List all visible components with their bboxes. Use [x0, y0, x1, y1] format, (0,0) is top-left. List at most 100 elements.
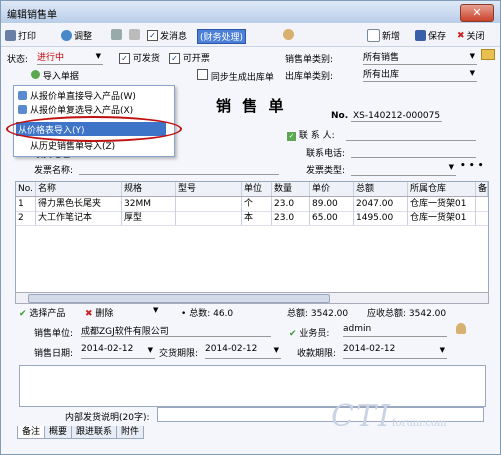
- column-header: 总额: [354, 182, 408, 196]
- invoice-name-label: 发票名称:: [34, 166, 74, 176]
- check-icon: ✓: [169, 53, 180, 64]
- column-header: 数量: [272, 182, 310, 196]
- column-header: 单价: [310, 182, 354, 196]
- print-button[interactable]: 打印: [5, 29, 36, 42]
- phone-label: 联系电话:: [306, 149, 346, 159]
- column-header: 型号: [176, 182, 242, 196]
- window-title: 编辑销售单: [7, 10, 57, 21]
- adjust-icon: [61, 30, 72, 41]
- column-header: 所属仓库: [408, 182, 476, 196]
- table-row[interactable]: 1 得力黑色长尾夹 32MM 个 23.0 89.00 2047.00 仓库一货…: [16, 197, 488, 212]
- column-header: 规格: [122, 182, 176, 196]
- order-number: No. XS-140212-000075: [331, 111, 443, 122]
- tab-notes[interactable]: 备注: [17, 426, 46, 439]
- close-icon: ✖: [457, 30, 465, 41]
- tab-follow-up[interactable]: 跟进联系: [71, 426, 118, 439]
- sales-date-label: 销售日期:: [34, 349, 74, 359]
- send-message-checkbox[interactable]: ✓ 发消息: [147, 29, 187, 42]
- contact-label: ✓ 联 系 人:: [287, 131, 335, 141]
- document-icon: [18, 104, 27, 114]
- more-button[interactable]: • • •: [460, 161, 484, 171]
- save-button[interactable]: 保存: [415, 29, 446, 42]
- user-icon[interactable]: [456, 323, 466, 337]
- user-icon: [283, 29, 294, 40]
- sum-icon: •: [181, 309, 187, 319]
- invoice-type-select[interactable]: ▼: [351, 161, 456, 176]
- chevron-down-icon: ▼: [439, 346, 445, 354]
- table-scrollbar[interactable]: [15, 292, 489, 304]
- user-button[interactable]: [283, 29, 294, 40]
- summary-bar: ✔ 选择产品 ✖ 删除 ▼ • 总数: 46.0 总额: 3542.00 应收总…: [15, 304, 487, 319]
- highlight-oval: [6, 116, 182, 142]
- select-product-button[interactable]: ✔ 选择产品: [19, 306, 65, 319]
- new-icon: [367, 29, 380, 42]
- salesman-label: ✔ 业务员:: [289, 329, 330, 339]
- delete-button[interactable]: ✖ 删除: [85, 306, 113, 319]
- table-row[interactable]: 2 大工作笔记本 厚型 本 23.0 65.00 1495.00 仓库一货架01: [16, 211, 488, 226]
- watermark: CTIforum.com: [331, 399, 447, 434]
- sales-unit-label: 销售单位:: [34, 329, 74, 339]
- check-icon: ✓: [147, 30, 158, 41]
- payment-deadline-label: 收款期限:: [297, 349, 337, 359]
- chevron-down-icon: ▼: [469, 52, 475, 60]
- chevron-down-icon[interactable]: ▼: [153, 306, 158, 314]
- window-close-button[interactable]: ✕: [460, 4, 494, 22]
- sales-date-picker[interactable]: 2014-02-12 ▼: [81, 344, 155, 359]
- salesman-field[interactable]: admin: [343, 324, 447, 337]
- invoice-name-input[interactable]: [79, 162, 279, 175]
- chevron-down-icon: ▼: [147, 346, 153, 354]
- chevron-down-icon: ▼: [448, 163, 454, 171]
- print-icon: [5, 30, 16, 41]
- shippable-checkbox[interactable]: ✓ 可发货: [119, 51, 160, 64]
- chevron-down-icon: ▼: [469, 69, 475, 77]
- document-icon: [111, 29, 122, 40]
- column-header: 单位: [242, 182, 272, 196]
- chevron-down-icon: ▼: [273, 346, 279, 354]
- import-icon: [31, 70, 40, 79]
- total-count: • 总数: 46.0: [181, 309, 234, 319]
- receivable-amount: 应收总额: 3542.00: [367, 309, 447, 319]
- template-field[interactable]: (财务处理): [197, 29, 247, 44]
- status-select[interactable]: 进行中 ▼: [37, 50, 103, 65]
- toolbar-button[interactable]: [111, 29, 122, 40]
- close-button[interactable]: ✖ 关闭: [457, 29, 485, 43]
- status-label: 状态:: [7, 55, 29, 65]
- menu-item-import-quote-multi[interactable]: 从报价单复选导入产品(X): [18, 102, 133, 116]
- bottom-tabs: 备注 概要 跟进联系 附件: [17, 426, 145, 440]
- phone-input[interactable]: [351, 145, 476, 158]
- delivery-deadline-picker[interactable]: 2014-02-12 ▼: [205, 344, 281, 359]
- contact-input[interactable]: [346, 128, 476, 141]
- scrollbar-thumb[interactable]: [28, 294, 330, 303]
- title-bar: 编辑销售单 ✕: [1, 1, 500, 23]
- document-icon: [18, 90, 27, 100]
- tab-attachments[interactable]: 附件: [116, 426, 145, 439]
- new-button[interactable]: 新增: [367, 29, 400, 42]
- invoiceable-checkbox[interactable]: ✓ 可开票: [169, 51, 210, 64]
- delete-icon: ✖: [85, 309, 93, 319]
- order-type-label: 销售单类别:: [285, 55, 334, 65]
- sales-unit-field[interactable]: 成都ZGJ软件有限公司: [81, 324, 271, 337]
- check-icon: ✔: [289, 329, 297, 339]
- table-header: No. 名称 规格 型号 单位 数量 单价 总额 所属仓库 备: [16, 182, 488, 197]
- chevron-down-icon: ▼: [95, 52, 101, 60]
- column-header: No.: [16, 182, 36, 196]
- save-icon: [415, 30, 426, 41]
- product-table: No. 名称 规格 型号 单位 数量 单价 总额 所属仓库 备 1 得力黑色长尾…: [15, 181, 489, 301]
- order-type-select[interactable]: 所有销售 ▼: [363, 50, 477, 65]
- import-button[interactable]: 导入单据: [31, 69, 79, 82]
- menu-item-import-quote-direct[interactable]: 从报价单直接导入产品(W): [18, 88, 136, 102]
- grid-icon: [129, 29, 140, 40]
- check-icon: ✓: [287, 132, 296, 141]
- payment-deadline-picker[interactable]: 2014-02-12 ▼: [343, 344, 447, 359]
- column-header: 名称: [36, 182, 122, 196]
- check-icon: ✔: [19, 309, 27, 319]
- total-amount: 总额: 3542.00: [287, 309, 349, 319]
- outbound-type-select[interactable]: 所有出库 ▼: [363, 67, 477, 82]
- tab-overview[interactable]: 概要: [44, 426, 73, 439]
- sales-order-window: 编辑销售单 ✕ 打印 调整 ✓ 发消息 (财务处理) 新增 保存 ✖ 关闭 状态…: [0, 0, 501, 455]
- toolbar-button-2[interactable]: [129, 29, 140, 40]
- adjust-button[interactable]: 调整: [61, 29, 92, 42]
- folder-icon[interactable]: [481, 49, 495, 63]
- page-title: 销 售 单: [216, 97, 287, 115]
- sync-outbound-checkbox[interactable]: 同步生成出库单: [197, 69, 274, 83]
